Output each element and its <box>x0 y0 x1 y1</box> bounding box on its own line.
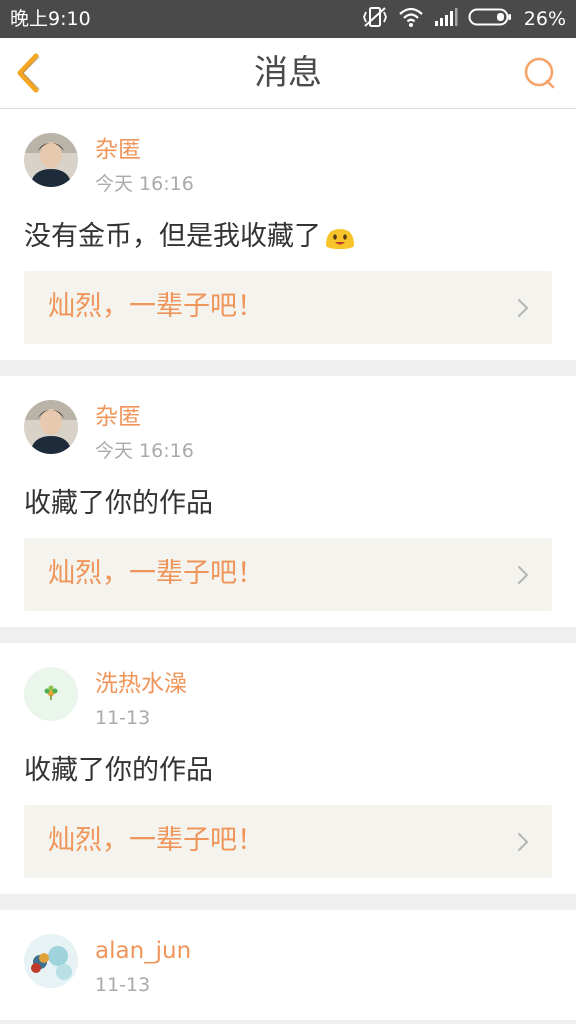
signal-icon <box>434 7 458 31</box>
message-text: 收藏了你的作品 <box>24 488 213 519</box>
work-title: 灿烈，一辈子吧！ <box>48 558 264 589</box>
smile-emoji-icon <box>323 223 357 251</box>
work-link[interactable]: 灿烈，一辈子吧！ <box>24 271 552 344</box>
battery-percent: 26% <box>523 8 566 30</box>
work-link[interactable]: 灿烈，一辈子吧！ <box>24 805 552 878</box>
timestamp: 11-13 <box>95 707 151 729</box>
message-list: 杂匿 今天 16:16 没有金币，但是我收藏了 灿烈，一辈子吧！ 杂匿 今天 1… <box>0 109 576 1020</box>
work-title: 灿烈，一辈子吧！ <box>48 825 264 856</box>
username[interactable]: 洗热水澡 <box>95 669 187 699</box>
username[interactable]: alan_jun <box>95 936 191 966</box>
page-title: 消息 <box>254 53 322 93</box>
message-text: 没有金币，但是我收藏了 <box>24 221 321 252</box>
screen: 晚上9:10 26% 消息 杂匿 今天 16:16 没有金币，但是我收藏了 灿烈… <box>0 0 576 1024</box>
work-title: 灿烈，一辈子吧！ <box>48 291 264 322</box>
status-icons: 26% <box>362 5 566 33</box>
message-card: 杂匿 今天 16:16 收藏了你的作品 灿烈，一辈子吧！ <box>0 376 576 627</box>
message-card: 洗热水澡 11-13 收藏了你的作品 灿烈，一辈子吧！ <box>0 643 576 894</box>
avatar[interactable] <box>24 133 78 187</box>
username[interactable]: 杂匿 <box>95 402 141 432</box>
chevron-right-icon <box>518 833 528 851</box>
status-time: 晚上9:10 <box>10 8 91 30</box>
chevron-right-icon <box>518 566 528 584</box>
nav-bar: 消息 <box>0 38 576 109</box>
timestamp: 今天 16:16 <box>95 173 194 195</box>
timestamp: 11-13 <box>95 974 151 996</box>
wifi-icon <box>398 6 424 32</box>
message-text: 收藏了你的作品 <box>24 755 213 786</box>
vibrate-off-icon <box>362 5 388 33</box>
message-card: 杂匿 今天 16:16 没有金币，但是我收藏了 灿烈，一辈子吧！ <box>0 109 576 360</box>
message-card: alan_jun 11-13 <box>0 910 576 1020</box>
message-text-row: 没有金币，但是我收藏了 <box>24 219 357 255</box>
status-bar: 晚上9:10 26% <box>0 0 576 38</box>
work-link[interactable]: 灿烈，一辈子吧！ <box>24 538 552 611</box>
avatar[interactable] <box>24 934 78 988</box>
chevron-right-icon <box>518 299 528 317</box>
username[interactable]: 杂匿 <box>95 135 141 165</box>
search-icon <box>524 57 555 89</box>
timestamp: 今天 16:16 <box>95 440 194 462</box>
battery-icon <box>468 7 512 31</box>
avatar[interactable] <box>24 667 78 721</box>
search-button[interactable] <box>522 55 558 91</box>
avatar[interactable] <box>24 400 78 454</box>
